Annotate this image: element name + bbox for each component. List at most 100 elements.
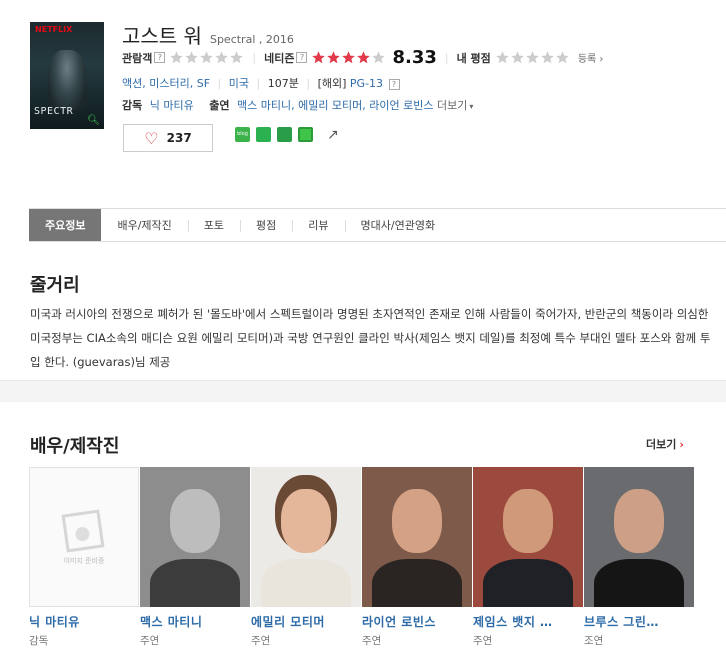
cast-card[interactable]: 이미지 준비중 닉 마티유 감독	[29, 467, 139, 648]
photo-body	[372, 559, 462, 607]
genre-link[interactable]: 액션	[122, 77, 142, 90]
star-icon	[556, 51, 569, 64]
help-icon[interactable]: ?	[296, 52, 308, 63]
divider: |	[444, 51, 449, 64]
person-photo[interactable]	[473, 467, 583, 607]
tab-review[interactable]: 리뷰	[292, 209, 344, 241]
person-photo[interactable]	[584, 467, 694, 607]
person-role: 주연	[473, 635, 493, 647]
star-icon	[541, 51, 554, 64]
star-icon	[312, 51, 326, 64]
like-count: 237	[166, 131, 192, 145]
rating-row: 관람객 ? | 네티즌 ? 8.33 | 내 평점 등록 ›	[122, 47, 603, 68]
netizen-rating-label: 네티즌	[264, 51, 295, 65]
share-icon[interactable]: ↗	[327, 127, 342, 143]
image-placeholder-icon	[61, 509, 105, 553]
person-role: 조연	[584, 635, 604, 647]
cast-card[interactable]: 에밀리 모티머 주연	[251, 467, 361, 648]
cast-card[interactable]: 브루스 그린… 조연	[584, 467, 694, 648]
like-button[interactable]: ♡ 237	[123, 124, 213, 152]
person-name[interactable]: 에밀리 모티머	[251, 613, 361, 630]
audience-rating-label: 관람객	[122, 51, 153, 65]
cast-card[interactable]: 제임스 뱃지 … 주연	[473, 467, 583, 648]
star-icon	[200, 51, 214, 64]
tab-rating[interactable]: 평점	[240, 209, 292, 241]
zoom-icon[interactable]: 🔍︎	[87, 115, 100, 126]
chevron-right-icon: ›	[679, 438, 684, 451]
person-role: 주연	[140, 635, 160, 647]
cast-label: 출연	[209, 99, 230, 112]
plot-text: 미국과 러시아의 전쟁으로 폐허가 된 '몰도바'에서 스펙트럴이라 명명된 초…	[30, 307, 711, 369]
poster-figure	[48, 50, 86, 110]
divider: |	[252, 51, 257, 64]
blog-share-icon[interactable]: blog	[235, 127, 250, 142]
cast-more-link[interactable]: 더보기 ›	[646, 436, 684, 452]
movie-poster[interactable]: NETFLIX SPECTR 🔍︎	[30, 22, 104, 129]
person-name[interactable]: 제임스 뱃지 …	[473, 613, 583, 630]
person-photo[interactable]	[140, 467, 250, 607]
director-link[interactable]: 닉 마티유	[150, 99, 194, 112]
person-name[interactable]: 닉 마티유	[29, 613, 139, 630]
photo-face	[170, 489, 220, 553]
star-icon	[170, 51, 184, 64]
country-link[interactable]: 미국	[229, 77, 249, 90]
person-role: 감독	[29, 635, 49, 647]
chevron-down-icon: ▾	[469, 102, 474, 111]
person-photo[interactable]	[362, 467, 472, 607]
audience-stars	[169, 50, 244, 65]
person-name[interactable]: 맥스 마티니	[140, 613, 250, 630]
cafe-share-icon[interactable]	[256, 127, 271, 142]
star-icon	[230, 51, 244, 64]
grade-link[interactable]: PG-13	[350, 77, 383, 90]
tab-quotes[interactable]: 명대사/연관영화	[344, 209, 452, 241]
cast-heading: 배우/제작진	[30, 436, 120, 457]
register-label: 등록	[577, 54, 597, 65]
bookmark-share-icon[interactable]	[277, 127, 292, 142]
photo-face	[281, 489, 331, 553]
section-divider	[0, 380, 726, 402]
runtime: 107분	[267, 77, 299, 90]
photo-body	[261, 559, 351, 607]
no-image-text: 이미지 준비중	[63, 557, 105, 565]
more-cast-link[interactable]: 더보기 ▾	[437, 99, 473, 112]
photo-body	[483, 559, 573, 607]
chevron-right-icon: ›	[599, 54, 604, 65]
divider: |	[306, 77, 311, 90]
movie-info-row: 액션, 미스터리, SF | 미국 | 107분 | [해외] PG-13 ?	[122, 75, 400, 91]
star-icon	[496, 51, 509, 64]
poster-title: SPECTR	[34, 106, 74, 117]
title-row: 고스트 워 Spectral , 2016	[122, 20, 294, 49]
photo-face	[392, 489, 442, 553]
netflix-logo: NETFLIX	[35, 25, 73, 34]
register-rating-link[interactable]: 등록 ›	[578, 50, 604, 65]
my-rating-stars[interactable]	[495, 50, 570, 65]
person-role: 주연	[251, 635, 271, 647]
cast-links[interactable]: 맥스 마티니, 에밀리 모티머, 라이언 로빈스	[237, 99, 434, 112]
genre-link[interactable]: SF	[197, 77, 210, 90]
band-share-icon[interactable]	[298, 127, 313, 142]
credits-row: 감독 닉 마티유 출연 맥스 마티니, 에밀리 모티머, 라이언 로빈스 더보기…	[122, 97, 473, 113]
tab-cast[interactable]: 배우/제작진	[101, 209, 187, 241]
photo-body	[150, 559, 240, 607]
star-icon	[357, 51, 371, 64]
person-photo[interactable]	[251, 467, 361, 607]
heart-icon: ♡	[144, 128, 159, 148]
netizen-score: 8.33	[392, 47, 437, 68]
tab-photo[interactable]: 포토	[187, 209, 240, 241]
more-label: 더보기	[437, 99, 468, 112]
help-icon[interactable]: ?	[154, 52, 166, 63]
genre-link[interactable]: 미스터리	[149, 77, 189, 90]
cast-card[interactable]: 라이언 로빈스 주연	[362, 467, 472, 648]
photo-face	[614, 489, 664, 553]
cast-card[interactable]: 맥스 마티니 주연	[140, 467, 250, 648]
cast-list: 이미지 준비중 닉 마티유 감독 맥스 마티니 주연 에밀리 모티머 주연 라이…	[29, 467, 695, 648]
photo-body	[594, 559, 684, 607]
star-icon	[342, 51, 356, 64]
star-icon	[185, 51, 199, 64]
tab-main-info[interactable]: 주요정보	[29, 209, 102, 241]
person-name[interactable]: 브루스 그린…	[584, 613, 694, 630]
help-icon[interactable]: ?	[388, 79, 400, 90]
person-name[interactable]: 라이언 로빈스	[362, 613, 472, 630]
star-icon	[526, 51, 539, 64]
share-bar: blog ↗	[235, 127, 348, 143]
